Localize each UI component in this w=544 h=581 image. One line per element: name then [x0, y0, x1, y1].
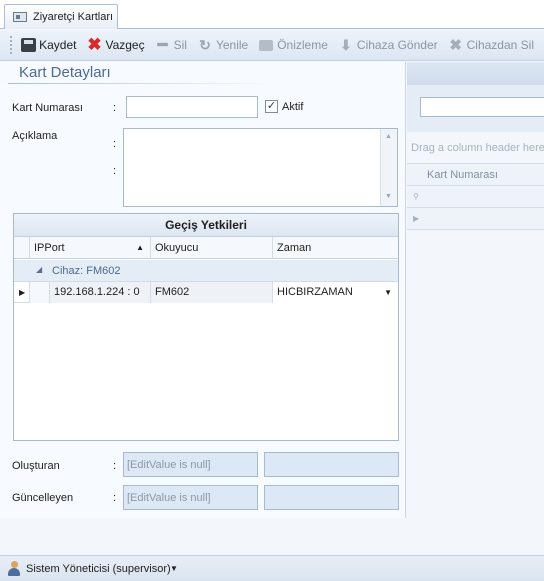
group-row-label: Cihaz: FM602	[52, 265, 121, 277]
send-to-device-button[interactable]: ⬇ Cihaza Gönder	[338, 37, 438, 53]
created-by-label: Oluşturan	[12, 460, 60, 472]
minus-icon: ━	[157, 37, 168, 54]
updated-by-label: Güncelleyen	[12, 492, 74, 504]
delete-icon: ✖	[449, 37, 462, 54]
table-row[interactable]: ▶	[407, 208, 544, 230]
tab-ziyaretci-kartlari[interactable]: Ziyaretçi Kartları	[4, 4, 118, 29]
toolbar-grip[interactable]	[10, 36, 13, 54]
column-header-okuyucu[interactable]: Okuyucu	[151, 237, 273, 259]
active-checkbox[interactable]: ✓	[265, 100, 278, 113]
details-title: Kart Detayları	[19, 64, 111, 81]
scroll-up-icon[interactable]: ▲	[385, 133, 392, 140]
card-list-search-input[interactable]	[420, 97, 544, 117]
save-label: Kaydet	[39, 38, 77, 52]
created-by-field[interactable]: [EditValue is null]	[123, 452, 258, 477]
permissions-grid-title: Geçiş Yetkileri	[14, 214, 398, 237]
column-header-ipport[interactable]: IPPort ▲	[30, 237, 151, 259]
permissions-grid: Geçiş Yetkileri IPPort ▲ Okuyucu Zaman ◢…	[13, 213, 399, 441]
column-header-kart-numarasi-label: Kart Numarası	[427, 169, 498, 181]
group-panel-hint: Drag a column header here	[411, 142, 544, 154]
delete-button[interactable]: ━ Sil	[155, 37, 187, 54]
delete-from-device-label: Cihazdan Sil	[466, 38, 534, 52]
preview-label: Önizleme	[277, 38, 328, 52]
row-indicator-icon: ▶	[413, 214, 420, 223]
card-number-input[interactable]	[126, 96, 258, 118]
send-to-device-label: Cihaza Gönder	[356, 38, 438, 52]
description-colon-2: :	[113, 165, 117, 177]
document-tab-strip: Ziyaretçi Kartları	[0, 0, 544, 29]
toolbar: Kaydet ✖ Vazgeç ━ Sil ↻ Yenile Önizleme …	[0, 30, 544, 61]
user-icon	[7, 561, 21, 577]
description-scrollbar[interactable]: ▲ ▼	[380, 129, 397, 206]
cancel-label: Vazgeç	[105, 38, 145, 52]
updated-by-field[interactable]: [EditValue is null]	[123, 485, 258, 510]
auto-filter-row[interactable]: ⚲	[407, 186, 544, 208]
card-number-label: Kart Numarası	[12, 102, 83, 114]
sort-ascending-icon: ▲	[136, 243, 144, 252]
id-card-icon	[13, 12, 27, 22]
scroll-down-icon[interactable]: ▼	[385, 193, 392, 200]
cell-zaman-dropdown[interactable]: HICBIRZAMAN ▼	[273, 282, 398, 303]
column-header-kart-numarasi[interactable]: Kart Numarası	[407, 163, 544, 186]
refresh-button[interactable]: ↻ Yenile	[197, 37, 248, 53]
column-header-ipport-label: IPPort	[34, 242, 65, 254]
download-icon: ⬇	[340, 36, 352, 53]
cell-ipport[interactable]: 192.168.1.224 : 0	[50, 282, 151, 303]
preview-button[interactable]: Önizleme	[258, 37, 328, 53]
created-by-colon: :	[113, 460, 117, 472]
description-textarea[interactable]	[123, 128, 398, 207]
current-user-label[interactable]: Sistem Yöneticisi (supervisor)	[26, 556, 171, 581]
permissions-grid-header: IPPort ▲ Okuyucu Zaman	[14, 237, 398, 259]
updated-date-field[interactable]	[264, 485, 399, 510]
created-date-field[interactable]	[264, 452, 399, 477]
row-indicator-icon: ▶	[14, 282, 30, 303]
delete-label: Sil	[173, 38, 187, 52]
active-label: Aktif	[282, 101, 304, 113]
header-indicator-cell	[14, 237, 30, 259]
description-colon-1: :	[113, 138, 117, 150]
details-title-divider	[8, 83, 270, 84]
tab-label: Ziyaretçi Kartları	[33, 11, 114, 23]
cancel-icon: ✖	[87, 35, 102, 54]
save-icon	[20, 38, 36, 52]
pin-icon: ⚲	[413, 192, 419, 201]
dropdown-arrow-icon[interactable]: ▼	[384, 282, 392, 303]
print-icon	[259, 39, 274, 51]
group-row-cihaz[interactable]: ◢ Cihaz: FM602	[14, 260, 398, 282]
collapse-group-icon[interactable]: ◢	[36, 265, 42, 274]
cancel-button[interactable]: ✖ Vazgeç	[86, 35, 145, 54]
card-list-header	[407, 62, 544, 85]
cell-okuyucu[interactable]: FM602	[151, 282, 273, 303]
row-group-indent	[30, 282, 50, 303]
refresh-icon: ↻	[199, 36, 211, 53]
status-bar: Sistem Yöneticisi (supervisor) ▼	[0, 555, 544, 581]
save-button[interactable]: Kaydet	[20, 37, 76, 53]
cell-zaman-value: HICBIRZAMAN	[277, 286, 353, 298]
updated-by-colon: :	[113, 492, 117, 504]
delete-from-device-button[interactable]: ✖ Cihazdan Sil	[448, 37, 534, 54]
card-number-colon: :	[113, 102, 117, 114]
chevron-down-icon[interactable]: ▼	[170, 556, 178, 581]
refresh-label: Yenile	[215, 38, 249, 52]
column-header-zaman[interactable]: Zaman	[273, 237, 398, 259]
table-row[interactable]: ▶ 192.168.1.224 : 0 FM602 HICBIRZAMAN ▼	[14, 282, 398, 303]
description-label: Açıklama	[12, 130, 58, 142]
